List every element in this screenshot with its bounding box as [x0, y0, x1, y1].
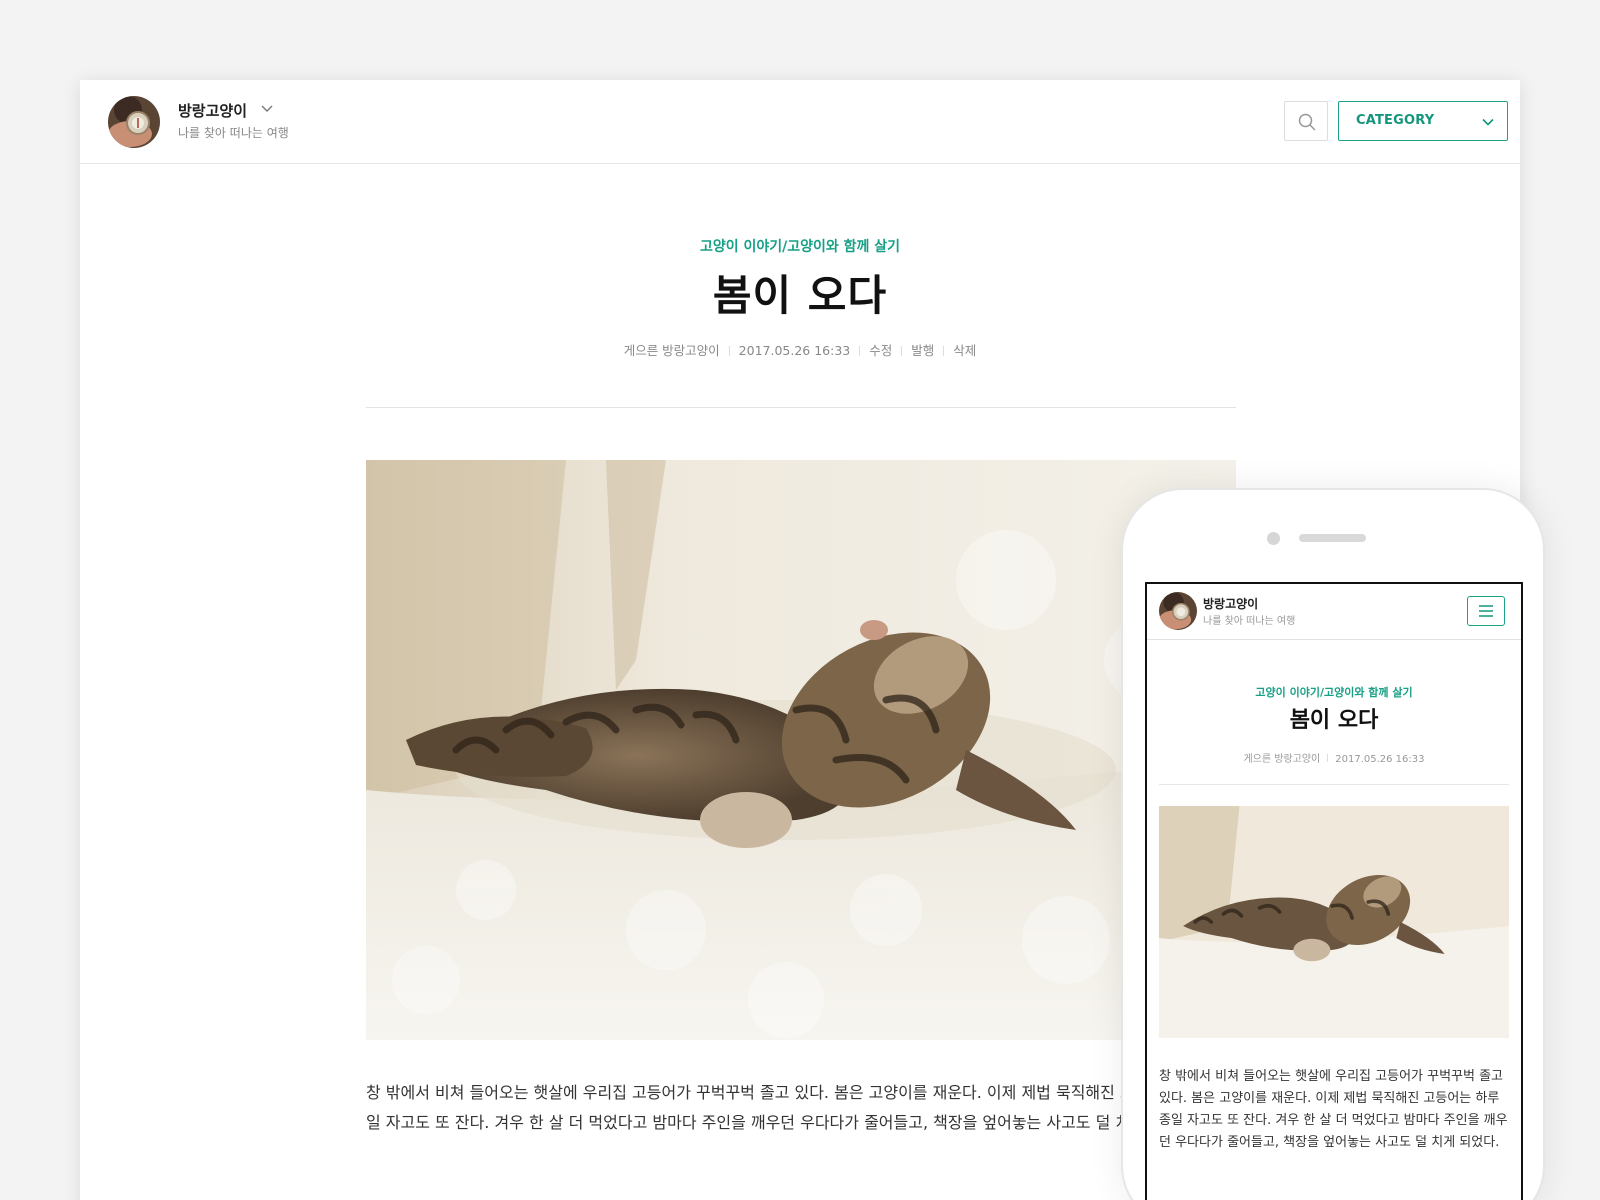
mobile-title-divider: [1159, 784, 1509, 785]
delete-link[interactable]: 삭제: [953, 343, 976, 358]
post-category-breadcrumb[interactable]: 고양이 이야기/고양이와 함께 살기: [80, 236, 1520, 256]
compass-avatar-icon: [108, 96, 160, 148]
divider: [1327, 754, 1329, 762]
mobile-header: 방랑고양이 나를 찾아 떠나는 여행: [1147, 584, 1521, 640]
title-divider: [366, 407, 1236, 408]
blog-header: 방랑고양이 나를 찾아 떠나는 여행 CATEGORY: [80, 80, 1520, 164]
divider: [943, 346, 945, 356]
divider: [859, 346, 861, 356]
category-dropdown[interactable]: CATEGORY: [1338, 101, 1508, 141]
mobile-post-image: [1159, 806, 1509, 1038]
chevron-down-icon[interactable]: [258, 100, 276, 118]
mobile-post-date: 2017.05.26 16:33: [1335, 754, 1425, 765]
mobile-screen: 방랑고양이 나를 찾아 떠나는 여행 고양이 이야기/고양이와 함께 살기 봄이…: [1145, 582, 1523, 1200]
category-label: CATEGORY: [1356, 113, 1435, 128]
mobile-blog-name[interactable]: 방랑고양이: [1203, 595, 1258, 612]
mobile-post-body: 창 밖에서 비쳐 들어오는 햇살에 우리집 고등어가 꾸벅꾸벅 졸고 있다. 봄…: [1159, 1069, 1508, 1150]
mobile-post-meta: 게으른 방랑고양이 2017.05.26 16:33: [1147, 750, 1521, 765]
blog-name[interactable]: 방랑고양이: [178, 100, 247, 121]
mobile-post-title: 봄이 오다: [1289, 708, 1379, 733]
sleeping-kitten-photo: [1159, 806, 1509, 1038]
phone-camera: [1267, 532, 1280, 545]
hamburger-menu-icon: [1479, 605, 1493, 617]
phone-speaker: [1299, 534, 1366, 542]
chevron-down-icon: [1482, 118, 1494, 126]
search-icon: [1298, 113, 1316, 131]
mobile-blog-avatar[interactable]: [1159, 592, 1197, 630]
mobile-post-author: 게으른 방랑고양이: [1243, 754, 1321, 765]
post-meta: 게으른 방랑고양이 2017.05.26 16:33 수정 발행 삭제: [80, 340, 1520, 359]
blog-tagline: 나를 찾아 떠나는 여행: [178, 126, 289, 140]
mobile-blog-tagline: 나를 찾아 떠나는 여행: [1203, 616, 1296, 627]
search-button[interactable]: [1284, 101, 1328, 141]
divider: [728, 346, 730, 356]
sleeping-kitten-photo: [366, 460, 1236, 1040]
post-author: 게으른 방랑고양이: [623, 343, 720, 358]
post-title: 봄이 오다: [712, 271, 888, 320]
publish-link[interactable]: 발행: [911, 343, 934, 358]
phone-frame: 방랑고양이 나를 찾아 떠나는 여행 고양이 이야기/고양이와 함께 살기 봄이…: [1121, 488, 1545, 1200]
mobile-menu-button[interactable]: [1467, 596, 1505, 626]
post-image: [366, 460, 1236, 1040]
post-date: 2017.05.26 16:33: [738, 343, 851, 358]
blog-avatar[interactable]: [108, 96, 160, 148]
compass-avatar-icon: [1159, 592, 1197, 630]
post-body: 창 밖에서 비쳐 들어오는 햇살에 우리집 고등어가 꾸벅꾸벅 졸고 있다. 봄…: [366, 1083, 1234, 1132]
edit-link[interactable]: 수정: [869, 343, 892, 358]
mobile-post-breadcrumb[interactable]: 고양이 이야기/고양이와 함께 살기: [1147, 684, 1521, 700]
divider: [901, 346, 903, 356]
